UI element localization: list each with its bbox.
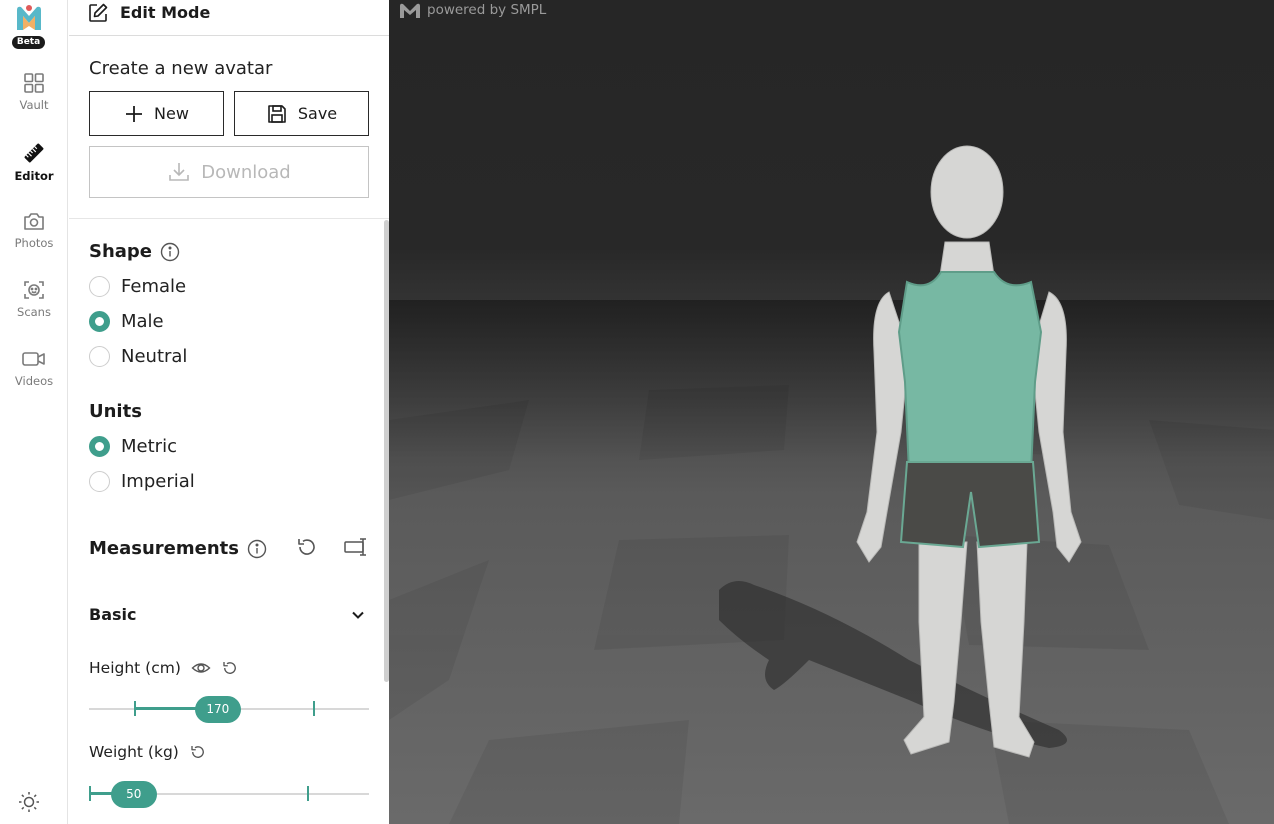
radio-label: Male	[121, 311, 164, 332]
units-option-imperial[interactable]: Imperial	[89, 471, 195, 492]
radio-label: Metric	[121, 436, 177, 457]
rail-item-label: Scans	[17, 305, 51, 319]
video-icon	[22, 352, 45, 366]
rail-item-scans[interactable]: Scans	[0, 279, 68, 319]
reset-icon[interactable]	[189, 743, 207, 761]
shape-option-neutral[interactable]: Neutral	[89, 346, 187, 367]
grid-icon	[24, 73, 44, 93]
rail-item-label: Videos	[14, 374, 54, 388]
measurements-section-title: Measurements	[89, 538, 267, 559]
slider-min-mark	[133, 701, 136, 716]
editor-panel: Edit Mode Create a new avatar New Save D…	[69, 0, 389, 824]
weight-label-row: Weight (kg)	[89, 743, 207, 761]
save-button-label: Save	[297, 104, 338, 123]
download-icon	[169, 163, 190, 181]
measure-tool-icon[interactable]	[343, 535, 371, 559]
info-icon[interactable]	[247, 539, 267, 559]
measurements-title: Measurements	[89, 538, 239, 559]
floor-grid	[389, 300, 1274, 824]
reset-icon[interactable]	[221, 659, 239, 677]
rail-item-label: Photos	[14, 236, 54, 250]
create-avatar-title: Create a new avatar	[89, 58, 273, 79]
radio-button[interactable]	[89, 346, 110, 367]
height-label-row: Height (cm)	[89, 658, 239, 678]
plus-icon	[126, 105, 143, 122]
radio-button[interactable]	[89, 471, 110, 492]
radio-button[interactable]	[89, 436, 110, 457]
app-rail: Beta Vault Editor Photos Scans Videos	[0, 0, 68, 824]
radio-button[interactable]	[89, 311, 110, 332]
floppy-disk-icon	[268, 104, 286, 123]
panel-header: Edit Mode	[69, 0, 389, 36]
smpl-logo-icon	[400, 3, 420, 18]
shape-option-female[interactable]: Female	[89, 276, 186, 297]
app-logo-icon[interactable]	[13, 2, 45, 34]
new-button-label: New	[154, 104, 189, 123]
weight-slider[interactable]: 50	[89, 781, 369, 808]
shape-option-male[interactable]: Male	[89, 311, 164, 332]
rail-item-label: Vault	[19, 98, 49, 112]
radio-label: Female	[121, 276, 187, 297]
camera-icon	[24, 213, 44, 230]
avatar-viewport[interactable]: powered by SMPL	[389, 0, 1274, 824]
save-button[interactable]: Save	[234, 91, 369, 136]
rail-item-videos[interactable]: Videos	[0, 348, 68, 388]
shape-section-title: Shape	[89, 241, 180, 262]
slider-thumb[interactable]: 50	[110, 781, 157, 808]
height-slider[interactable]: 170	[89, 696, 369, 723]
weight-label: Weight (kg)	[89, 743, 179, 761]
face-scan-icon	[24, 281, 44, 299]
slider-min-mark	[89, 786, 91, 801]
basic-group-toggle[interactable]: Basic	[89, 605, 365, 624]
slider-max-mark	[307, 786, 310, 801]
avatar-model[interactable]	[849, 142, 1109, 792]
height-label: Height (cm)	[89, 659, 181, 677]
edit-icon	[89, 3, 108, 22]
slider-max-mark	[313, 701, 315, 716]
rail-item-vault[interactable]: Vault	[0, 72, 68, 112]
units-title: Units	[89, 401, 142, 422]
download-button-label: Download	[201, 161, 291, 183]
ruler-icon	[24, 143, 44, 163]
rail-item-photos[interactable]: Photos	[0, 210, 68, 250]
radio-label: Imperial	[121, 471, 195, 492]
page-title: Edit Mode	[120, 3, 211, 22]
units-section-title: Units	[89, 401, 142, 422]
new-button[interactable]: New	[89, 91, 224, 136]
divider	[69, 218, 389, 219]
slider-thumb[interactable]: 170	[194, 696, 241, 723]
rail-item-editor[interactable]: Editor	[0, 141, 68, 183]
radio-label: Neutral	[121, 346, 188, 367]
powered-by-text: powered by SMPL	[427, 2, 547, 18]
units-option-metric[interactable]: Metric	[89, 436, 177, 457]
basic-group-title: Basic	[89, 605, 137, 624]
beta-badge: Beta	[12, 36, 45, 49]
powered-by-watermark: powered by SMPL	[399, 0, 546, 20]
radio-button[interactable]	[89, 276, 110, 297]
chevron-down-icon	[352, 611, 364, 619]
sun-icon[interactable]	[17, 790, 41, 814]
shape-title: Shape	[89, 241, 153, 262]
info-icon[interactable]	[160, 242, 180, 262]
download-button[interactable]: Download	[89, 146, 369, 198]
rail-item-label: Editor	[14, 169, 54, 183]
eye-icon[interactable]	[191, 658, 211, 678]
reset-icon[interactable]	[295, 535, 319, 559]
